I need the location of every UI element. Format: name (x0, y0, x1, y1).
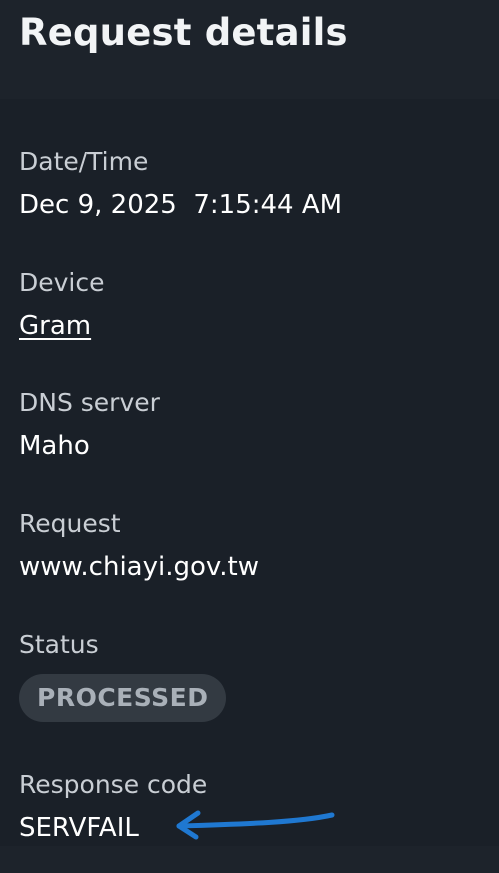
response-code-label: Response code (19, 770, 208, 799)
response-code-value: SERVFAIL (19, 813, 139, 843)
page-title: Request details (19, 11, 348, 54)
device-link[interactable]: Gram (19, 309, 91, 343)
dns-server-value: Maho (19, 431, 90, 461)
arrow-left-icon (176, 810, 335, 840)
request-details-panel: Request details Date/Time Dec 9, 2025 7:… (0, 0, 499, 873)
status-label: Status (19, 630, 99, 659)
status-badge: PROCESSED (19, 674, 227, 722)
device-label: Device (19, 268, 105, 297)
dns-server-label: DNS server (19, 388, 160, 417)
request-label: Request (19, 509, 121, 538)
header: Request details (0, 0, 499, 99)
footer-strip (0, 846, 499, 873)
datetime-value: Dec 9, 2025 7:15:44 AM (19, 190, 343, 220)
datetime-label: Date/Time (19, 147, 149, 176)
request-value: www.chiayi.gov.tw (19, 552, 259, 582)
